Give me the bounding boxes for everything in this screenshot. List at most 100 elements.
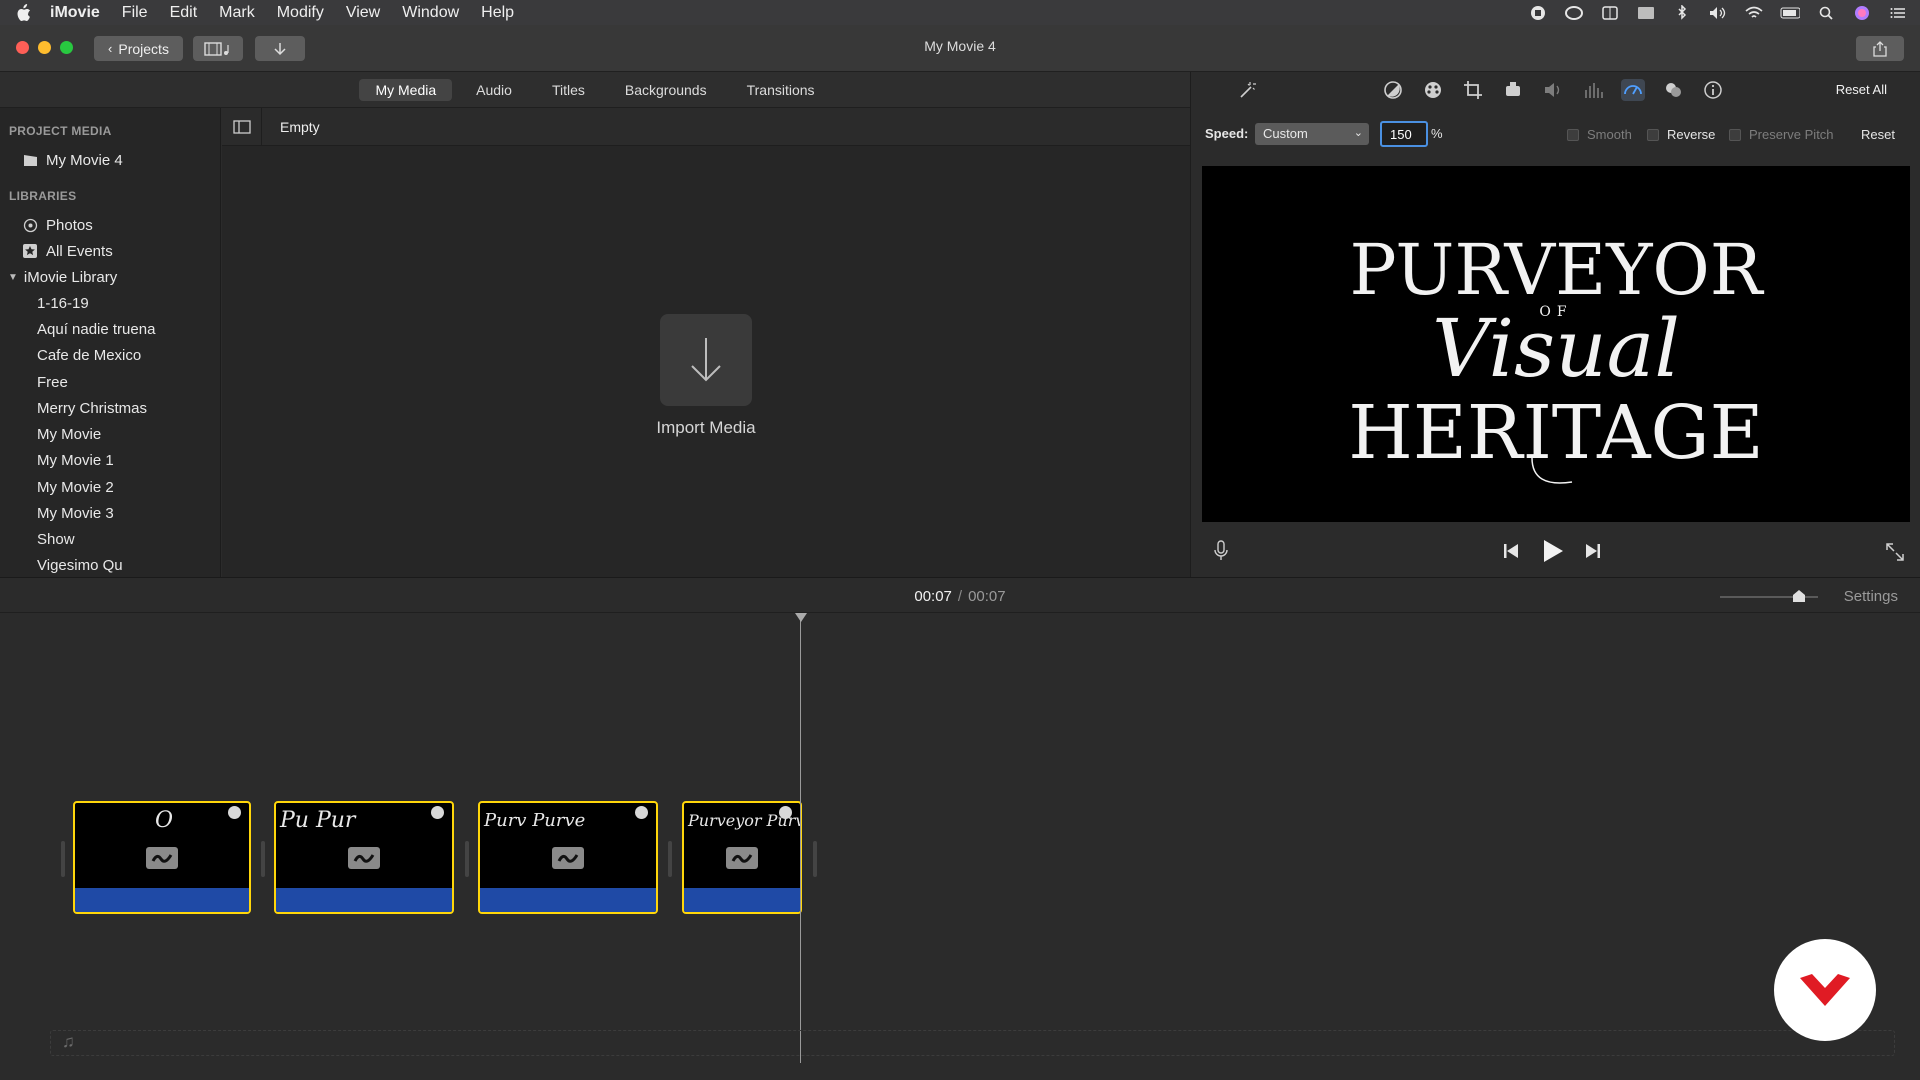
video-overlay-icon[interactable] [1661,79,1685,101]
wifi-icon[interactable] [1744,5,1764,21]
import-media-button[interactable] [660,314,752,406]
microphone-icon[interactable] [1213,540,1229,565]
speed-percent-input[interactable] [1380,121,1428,147]
sidebar-item-event[interactable]: My Movie [0,422,220,446]
speed-icon[interactable] [1621,79,1645,101]
tab-transitions[interactable]: Transitions [731,79,831,101]
tab-audio[interactable]: Audio [460,79,528,101]
clip-marker-dot[interactable] [635,806,648,819]
menu-view[interactable]: View [346,4,380,22]
event-label: My Movie [37,425,102,443]
menu-file[interactable]: File [122,4,148,22]
volume-icon[interactable] [1708,5,1728,21]
tab-titles[interactable]: Titles [536,79,601,101]
info-icon[interactable] [1701,79,1725,101]
sidebar-item-photos[interactable]: Photos [0,213,220,237]
smooth-checkbox[interactable]: Smooth [1567,127,1632,142]
event-label: My Movie 1 [37,451,114,469]
sidebar-item-label: Photos [46,216,93,234]
sidebar-item-event[interactable]: Vigesimo Qu [0,553,220,577]
menu-help[interactable]: Help [481,4,514,22]
menu-window[interactable]: Window [402,4,459,22]
checkbox-box[interactable] [1647,128,1659,141]
notification-center-icon[interactable] [1888,5,1908,21]
speed-mode-select[interactable]: Custom ⌄ [1255,123,1369,145]
apple-icon[interactable] [14,3,32,22]
spotlight-search-icon[interactable] [1816,5,1836,21]
fullscreen-icon[interactable] [1885,542,1905,565]
sidebar-item-event[interactable]: My Movie 2 [0,475,220,499]
event-label: My Movie 3 [37,504,114,522]
playhead-handle[interactable] [795,613,807,622]
reset-all-button[interactable]: Reset All [1836,82,1887,97]
crop-icon[interactable] [1461,79,1485,101]
media-filter-label: Empty [280,118,320,135]
timeline-clip-4[interactable]: Purveyor Purv [682,801,802,914]
tab-backgrounds[interactable]: Backgrounds [609,79,723,101]
bluetooth-icon[interactable] [1672,4,1692,21]
sidebar-item-label: iMovie Library [23,268,118,286]
timeline-settings-button[interactable]: Settings [1844,588,1898,605]
speed-reset-button[interactable]: Reset [1861,127,1895,142]
skip-forward-icon[interactable] [1584,542,1602,563]
background-music-well[interactable] [50,1030,1895,1056]
clip-edge-handle[interactable] [261,841,265,877]
menu-edit[interactable]: Edit [170,4,198,22]
sidebar-item-event[interactable]: Show [0,527,220,551]
clip-edge-handle[interactable] [813,841,817,877]
equalizer-icon[interactable] [1581,79,1605,101]
clip-marker-dot[interactable] [228,806,241,819]
siri-icon[interactable] [1852,5,1872,21]
sidebar-item-project[interactable]: My Movie 4 [0,148,220,172]
clip-thumbnail-text: Pu Pur [280,808,356,833]
status-area [1528,0,1908,25]
window-icon[interactable] [1600,5,1620,21]
menu-imovie[interactable]: iMovie [50,4,100,22]
share-button[interactable] [1856,36,1904,61]
clip-thumbnail-text: Purv Purve [484,810,586,831]
playhead[interactable] [800,613,801,1063]
clip-marker-dot[interactable] [431,806,444,819]
tab-my-media[interactable]: My Media [359,78,453,101]
disclosure-triangle-icon[interactable]: ▼ [8,272,18,283]
record-stop-icon[interactable] [1528,5,1548,21]
zoom-slider-knob[interactable] [1792,589,1806,603]
clip-edge-handle[interactable] [61,841,65,877]
sidebar-item-event[interactable]: My Movie 3 [0,501,220,525]
stabilization-icon[interactable] [1501,79,1525,101]
timeline-clip-3[interactable]: Purv Purve [478,801,658,914]
sidebar-item-all-events[interactable]: All Events [0,239,220,263]
play-icon[interactable] [1542,539,1564,566]
color-correction-icon[interactable] [1421,79,1445,101]
battery-icon[interactable] [1780,5,1800,21]
reverse-checkbox[interactable]: Reverse [1647,127,1715,142]
volume-adjust-icon[interactable] [1541,79,1565,101]
checkbox-box[interactable] [1729,128,1741,141]
smooth-label: Smooth [1587,127,1632,142]
clip-edge-handle[interactable] [465,841,469,877]
color-balance-icon[interactable] [1381,79,1405,101]
display-icon[interactable] [1636,5,1656,21]
sidebar-item-event[interactable]: Free [0,370,220,394]
sidebar-toggle-button[interactable] [222,107,262,146]
timeline-clip-2[interactable]: Pu Pur [274,801,454,914]
sidebar-item-event[interactable]: My Movie 1 [0,448,220,472]
checkbox-box[interactable] [1567,128,1579,141]
clip-marker-dot[interactable] [779,806,792,819]
event-label: Show [37,530,75,548]
menu-mark[interactable]: Mark [219,4,255,22]
timeline-clip-1[interactable]: O [73,801,251,914]
magic-wand-icon[interactable] [1235,79,1259,101]
menu-modify[interactable]: Modify [277,4,324,22]
sidebar-item-event[interactable]: 1-16-19 [0,291,220,315]
creative-cloud-icon[interactable] [1564,5,1584,21]
sidebar-item-event[interactable]: Cafe de Mexico [0,343,220,367]
sidebar-item-imovie-library[interactable]: ▼ iMovie Library [0,265,220,289]
media-browser-header: Empty [222,107,1190,146]
skip-back-icon[interactable] [1502,542,1520,563]
sidebar-item-event[interactable]: Aquí nadie truena [0,317,220,341]
preserve-pitch-checkbox[interactable]: Preserve Pitch [1729,127,1834,142]
clip-edge-handle[interactable] [668,841,672,877]
sidebar-item-event[interactable]: Merry Christmas [0,396,220,420]
import-media-label: Import Media [656,418,756,437]
